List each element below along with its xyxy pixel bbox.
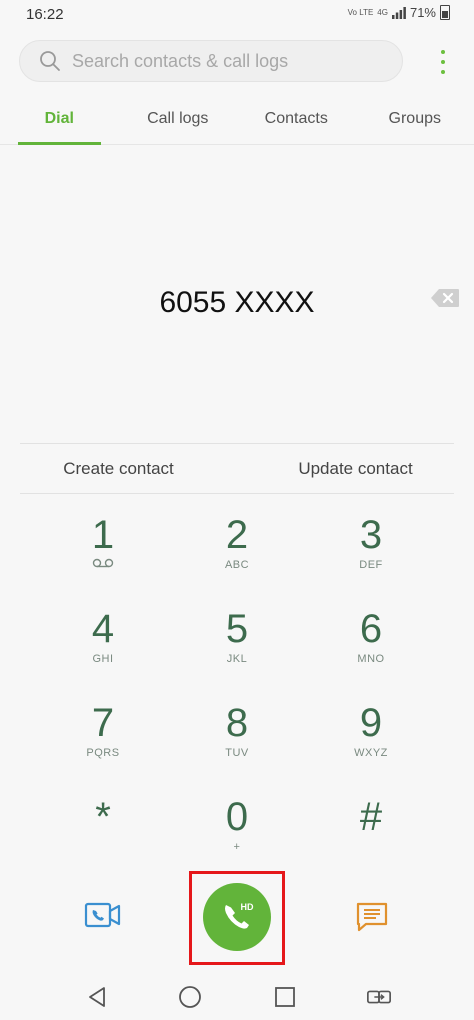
- key-letters: +: [233, 841, 241, 853]
- tab-contacts[interactable]: Contacts: [237, 100, 356, 144]
- network-indicator: 4G: [377, 7, 388, 17]
- dual-window-icon: [367, 990, 391, 1004]
- tab-dial[interactable]: Dial: [0, 100, 119, 145]
- key-letters: TUV: [225, 747, 249, 759]
- key-digit: 1: [91, 513, 115, 557]
- key-digit: *: [95, 795, 111, 839]
- key-letters: MNO: [357, 653, 385, 665]
- key-letters: JKL: [226, 653, 248, 665]
- key-star[interactable]: *: [36, 794, 170, 888]
- key-letters: ABC: [224, 559, 250, 571]
- home-button[interactable]: [177, 984, 203, 1010]
- volte-indicator: Vo LTE: [347, 7, 374, 17]
- key-digit: 4: [91, 607, 115, 651]
- switch-sim-button[interactable]: [366, 984, 392, 1010]
- key-8[interactable]: 8 TUV: [170, 700, 304, 794]
- key-letters: GHI: [92, 653, 114, 665]
- key-4[interactable]: 4 GHI: [36, 606, 170, 700]
- key-digit: 6: [359, 607, 383, 651]
- key-digit: 3: [359, 513, 383, 557]
- key-digit: #: [359, 795, 383, 839]
- more-options-icon[interactable]: [438, 50, 448, 74]
- tab-groups[interactable]: Groups: [356, 100, 474, 144]
- home-icon: [179, 986, 201, 1008]
- key-2[interactable]: 2 ABC: [170, 512, 304, 606]
- key-digit: 5: [225, 607, 249, 651]
- create-contact-button[interactable]: Create contact: [0, 446, 237, 492]
- recents-button[interactable]: [272, 984, 298, 1010]
- key-3[interactable]: 3 DEF: [304, 512, 438, 606]
- key-7[interactable]: 7 PQRS: [36, 700, 170, 794]
- message-icon[interactable]: [355, 900, 389, 934]
- key-hash[interactable]: #: [304, 794, 438, 888]
- back-button[interactable]: [84, 984, 110, 1010]
- battery-icon: [440, 5, 450, 20]
- call-button-highlight: [189, 871, 285, 965]
- key-letters: PQRS: [86, 747, 120, 759]
- divider: [20, 443, 454, 444]
- key-6[interactable]: 6 MNO: [304, 606, 438, 700]
- key-digit: 8: [225, 701, 249, 745]
- navigation-bar: [0, 972, 474, 1020]
- key-1[interactable]: 1: [36, 512, 170, 606]
- key-digit: 7: [91, 701, 115, 745]
- contact-actions: Create contact Update contact: [0, 446, 474, 492]
- search-icon: [30, 41, 70, 81]
- dialed-number: 6055 XXXX: [159, 286, 315, 319]
- key-letters: WXYZ: [354, 747, 388, 759]
- dial-keypad: 1 2 ABC 3 DEF 4 GHI 5 JKL 6 MNO 7 PQRS 8…: [36, 512, 438, 888]
- tab-call-logs[interactable]: Call logs: [119, 100, 238, 144]
- search-input[interactable]: [70, 49, 394, 73]
- status-time: 16:22: [26, 6, 64, 23]
- update-contact-button[interactable]: Update contact: [237, 446, 474, 492]
- signal-icon: [391, 6, 406, 19]
- key-5[interactable]: 5 JKL: [170, 606, 304, 700]
- voicemail-icon: [92, 558, 114, 568]
- key-digit: 2: [225, 513, 249, 557]
- battery-percent: 71%: [409, 5, 436, 20]
- divider: [20, 493, 454, 494]
- key-9[interactable]: 9 WXYZ: [304, 700, 438, 794]
- tab-bar: Dial Call logs Contacts Groups: [0, 100, 474, 145]
- key-digit: 9: [359, 701, 383, 745]
- search-bar[interactable]: [19, 40, 403, 82]
- dialer-screen: 16:22 Vo LTE 4G 71% Dial Call: [0, 0, 474, 1020]
- key-letters: DEF: [359, 559, 383, 571]
- key-digit: 0: [225, 795, 249, 839]
- backspace-icon[interactable]: [430, 288, 460, 308]
- recents-icon: [275, 987, 295, 1007]
- back-icon: [89, 987, 105, 1007]
- video-call-icon[interactable]: [84, 898, 122, 932]
- status-bar: 16:22 Vo LTE 4G 71%: [0, 0, 474, 30]
- status-icons: Vo LTE 4G 71%: [348, 5, 450, 20]
